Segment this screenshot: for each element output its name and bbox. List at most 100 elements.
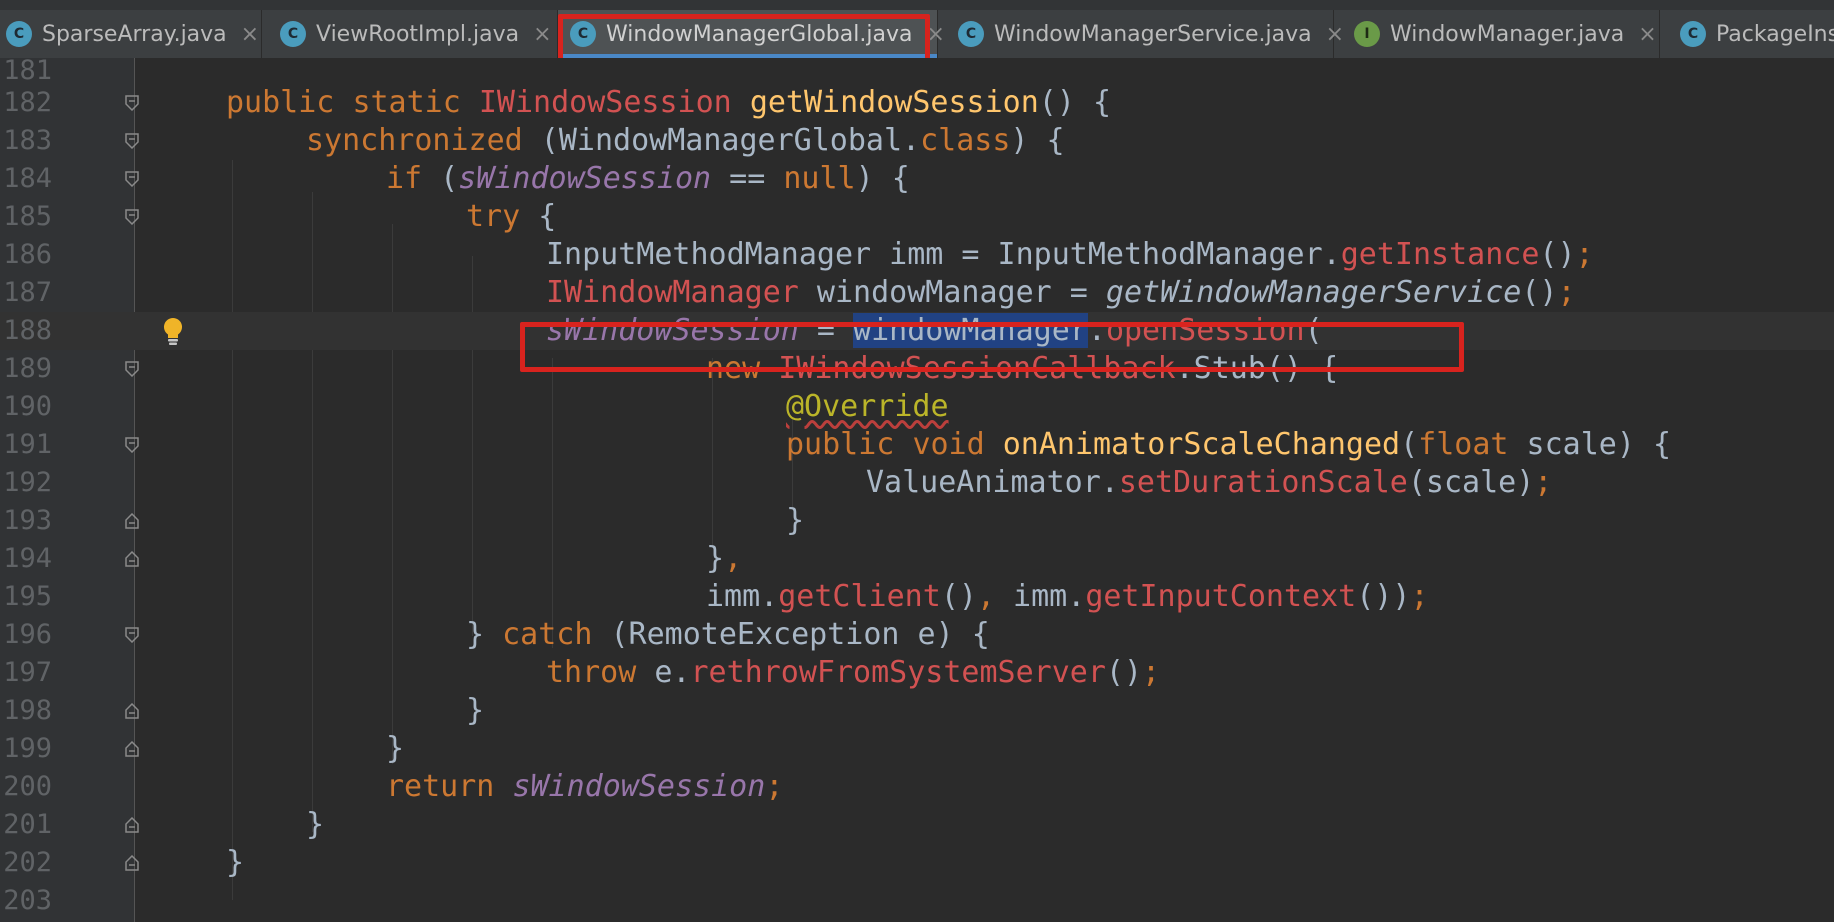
code-line-184[interactable]: 184 if (sWindowSession == null) { (0, 160, 1834, 198)
code-text: } catch (RemoteException e) { (466, 617, 990, 652)
line-number: 191 (3, 429, 52, 460)
fold-end-icon[interactable] (124, 703, 140, 719)
code-text: } (466, 693, 485, 728)
tab-windowmanagerservice[interactable]: C WindowManagerService.java × (938, 10, 1344, 58)
line-number: 195 (3, 581, 52, 612)
fold-end-icon[interactable] (124, 817, 140, 833)
selected-text: windowManager (853, 313, 1088, 348)
code-line-187[interactable]: 187 IWindowManager windowManager = getWi… (0, 274, 1834, 312)
fold-collapse-icon[interactable] (124, 95, 140, 111)
code-line-200[interactable]: 200 return sWindowSession; (0, 768, 1834, 806)
tab-label: WindowManagerGlobal.java (606, 21, 913, 47)
line-number: 202 (3, 847, 52, 878)
code-text: if (sWindowSession == null) { (386, 161, 910, 196)
line-number: 186 (3, 239, 52, 270)
close-icon[interactable]: × (533, 22, 551, 47)
code-line-203[interactable]: 203 (0, 882, 1834, 920)
code-line-189[interactable]: 189 new IWindowSessionCallback.Stub() { (0, 350, 1834, 388)
interface-icon: I (1354, 21, 1380, 47)
fold-end-icon[interactable] (124, 855, 140, 871)
close-icon[interactable]: × (241, 22, 259, 47)
code-line-188[interactable]: 188 sWindowSession = windowManager.openS… (0, 312, 1834, 350)
code-line-199[interactable]: 199 } (0, 730, 1834, 768)
code-text: }, (706, 541, 743, 576)
code-text: @Override (786, 389, 949, 424)
code-line-194[interactable]: 194 }, (0, 540, 1834, 578)
fold-collapse-icon[interactable] (124, 361, 140, 377)
code-text: ValueAnimator.setDurationScale(scale); (866, 465, 1553, 500)
tab-label: WindowManagerService.java (994, 21, 1312, 47)
tab-windowmanagerglobal[interactable]: C WindowManagerGlobal.java × (558, 10, 945, 58)
fold-end-icon[interactable] (124, 551, 140, 567)
line-number: 199 (3, 733, 52, 764)
code-text: } (786, 503, 805, 538)
code-text: } (306, 807, 325, 842)
code-text: } (386, 731, 405, 766)
code-line-197[interactable]: 197 throw e.rethrowFromSystemServer(); (0, 654, 1834, 692)
tab-label: ViewRootImpl.java (316, 21, 520, 47)
code-line-182[interactable]: 182 public static IWindowSession getWind… (0, 84, 1834, 122)
class-icon: C (6, 21, 32, 47)
tab-viewrootimpl[interactable]: C ViewRootImpl.java × (262, 10, 558, 58)
code-text: InputMethodManager imm = InputMethodMana… (546, 237, 1594, 272)
class-icon: C (570, 21, 596, 47)
close-icon[interactable]: × (1638, 22, 1656, 47)
line-number: 192 (3, 467, 52, 498)
code-line-185[interactable]: 185 try { (0, 198, 1834, 236)
fold-collapse-icon[interactable] (124, 627, 140, 643)
code-line-190[interactable]: 190 @Override (0, 388, 1834, 426)
code-text: throw e.rethrowFromSystemServer(); (546, 655, 1161, 690)
fold-end-icon[interactable] (124, 741, 140, 757)
code-text: public void onAnimatorScaleChanged(float… (786, 427, 1672, 462)
tab-label: PackageIns (1716, 21, 1834, 47)
line-number: 187 (3, 277, 52, 308)
fold-collapse-icon[interactable] (124, 171, 140, 187)
code-line-201[interactable]: 201 } (0, 806, 1834, 844)
editor-tab-bar: C SparseArray.java × C ViewRootImpl.java… (0, 0, 1834, 59)
line-number: 200 (3, 771, 52, 802)
line-number: 185 (3, 201, 52, 232)
code-text: sWindowSession = windowManager.openSessi… (546, 313, 1323, 348)
tab-sparsearray[interactable]: C SparseArray.java × (0, 10, 262, 58)
class-icon: C (280, 21, 306, 47)
line-number: 194 (3, 543, 52, 574)
fold-end-icon[interactable] (124, 513, 140, 529)
tab-label: WindowManager.java (1390, 21, 1625, 47)
line-number: 183 (3, 125, 52, 156)
code-line-183[interactable]: 183 synchronized (WindowManagerGlobal.cl… (0, 122, 1834, 160)
line-number: 203 (3, 885, 52, 916)
code-line-198[interactable]: 198 } (0, 692, 1834, 730)
code-text: return sWindowSession; (386, 769, 784, 804)
fold-collapse-icon[interactable] (124, 133, 140, 149)
class-icon: C (1680, 21, 1706, 47)
code-line-193[interactable]: 193 } (0, 502, 1834, 540)
code-line-202[interactable]: 202 } (0, 844, 1834, 882)
line-number: 196 (3, 619, 52, 650)
line-number: 201 (3, 809, 52, 840)
fold-collapse-icon[interactable] (124, 437, 140, 453)
line-number: 188 (3, 315, 52, 346)
line-number: 197 (3, 657, 52, 688)
code-line-192[interactable]: 192 ValueAnimator.setDurationScale(scale… (0, 464, 1834, 502)
line-number: 182 (3, 87, 52, 118)
code-line-195[interactable]: 195 imm.getClient(), imm.getInputContext… (0, 578, 1834, 616)
class-icon: C (958, 21, 984, 47)
code-editor[interactable]: 181 182 public static IWindowSession get… (0, 58, 1834, 922)
code-line-191[interactable]: 191 public void onAnimatorScaleChanged(f… (0, 426, 1834, 464)
code-text: public static IWindowSession getWindowSe… (226, 85, 1112, 120)
code-text: IWindowManager windowManager = getWindow… (546, 275, 1576, 310)
code-line-186[interactable]: 186 InputMethodManager imm = InputMethod… (0, 236, 1834, 274)
code-text: synchronized (WindowManagerGlobal.class)… (306, 123, 1065, 158)
code-text: } (226, 845, 245, 880)
fold-collapse-icon[interactable] (124, 209, 140, 225)
tab-windowmanager[interactable]: I WindowManager.java × (1334, 10, 1660, 58)
tab-packageinstaller[interactable]: C PackageIns (1660, 10, 1834, 58)
tab-label: SparseArray.java (42, 21, 227, 47)
line-number: 184 (3, 163, 52, 194)
line-number: 198 (3, 695, 52, 726)
lightbulb-icon[interactable] (160, 316, 186, 346)
line-number: 193 (3, 505, 52, 536)
code-line-196[interactable]: 196 } catch (RemoteException e) { (0, 616, 1834, 654)
line-number: 190 (3, 391, 52, 422)
code-text: try { (466, 199, 557, 234)
